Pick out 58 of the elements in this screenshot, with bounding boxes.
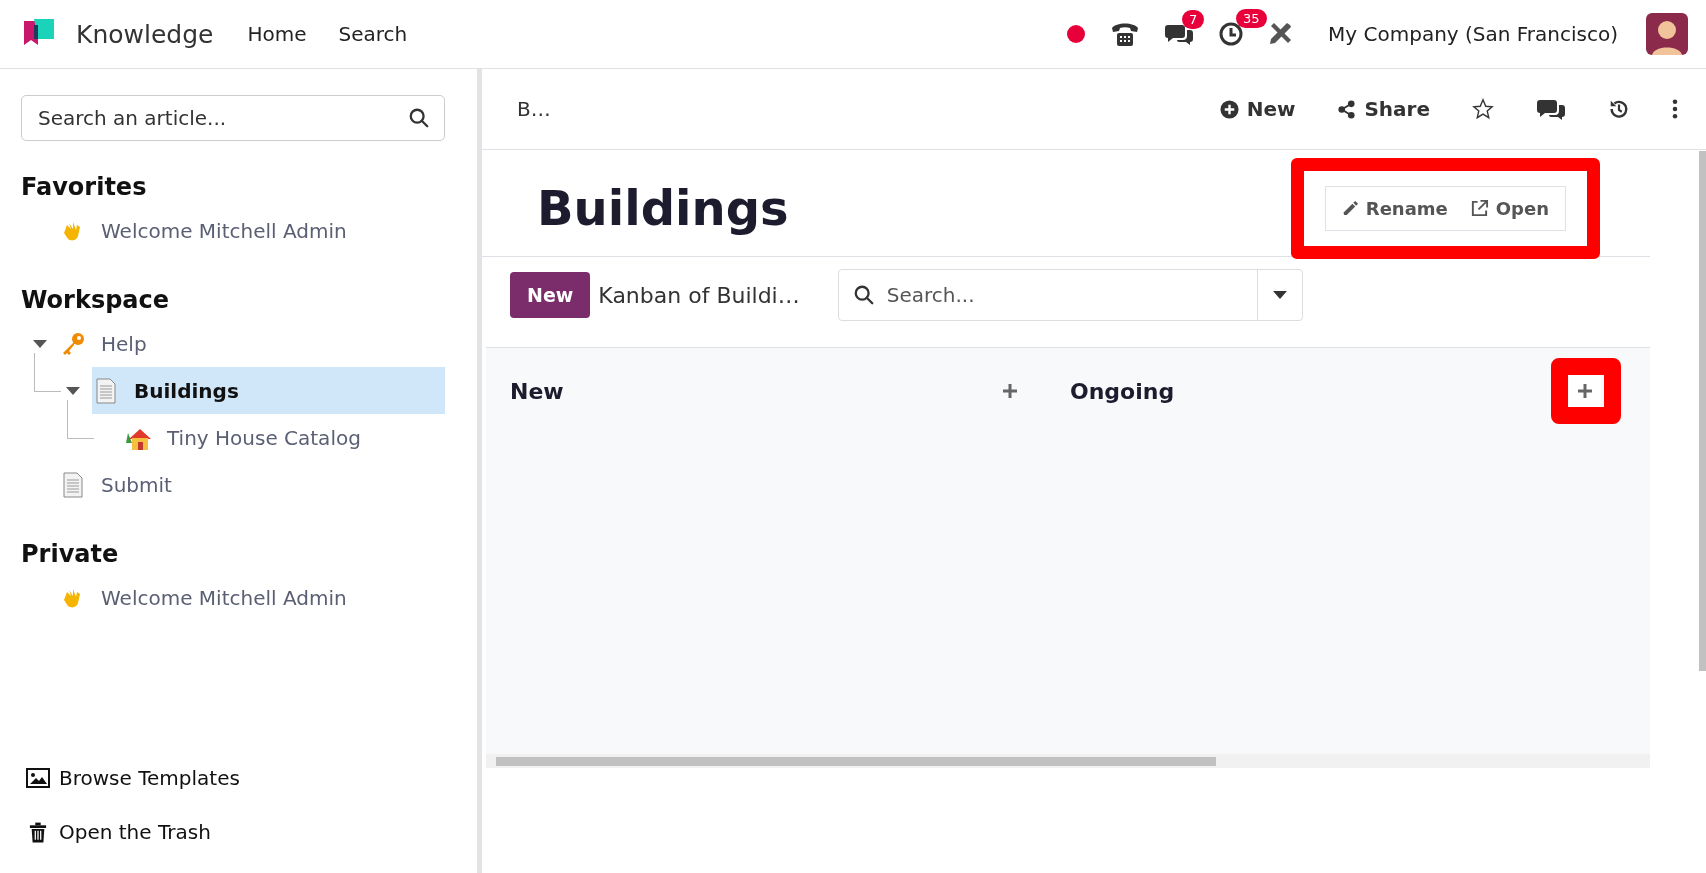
chat-icon[interactable] xyxy=(1164,22,1195,46)
article-title: Tiny House Catalog xyxy=(167,425,361,450)
column-title: New xyxy=(510,378,564,404)
user-avatar[interactable] xyxy=(1646,13,1688,55)
search-field[interactable]: Search an article... xyxy=(21,95,445,141)
article-title: Submit xyxy=(101,472,172,497)
caret-icon[interactable] xyxy=(66,386,80,395)
new-button[interactable]: New xyxy=(1205,89,1310,129)
plus-circle-icon xyxy=(1219,99,1239,119)
search-icon[interactable] xyxy=(408,107,430,129)
clock-icon[interactable] xyxy=(1218,21,1245,47)
count-badge: 35 xyxy=(1236,9,1267,28)
section-heading: Workspace xyxy=(21,286,171,314)
share-button[interactable]: Share xyxy=(1323,89,1444,129)
rename-button[interactable]: Rename xyxy=(1335,193,1454,223)
app-name[interactable]: Knowledge xyxy=(76,19,214,49)
company-switcher[interactable]: My Company (San Francisco) xyxy=(1328,22,1618,46)
menu-item[interactable]: Search xyxy=(338,22,408,46)
article-heading: Buildings xyxy=(537,180,789,236)
caret-icon xyxy=(1272,291,1287,299)
new-button[interactable]: New xyxy=(510,272,591,318)
article-item[interactable]: Welcome Mitchell Admin xyxy=(59,574,445,621)
article-item[interactable]: Tiny House Catalog xyxy=(125,414,445,461)
footer-link[interactable]: Open the Trash xyxy=(21,805,445,859)
pencil-icon xyxy=(1341,199,1359,217)
search-icon xyxy=(852,284,875,306)
plus-icon xyxy=(1577,383,1593,399)
add-card-button[interactable] xyxy=(1569,374,1601,408)
status-dot-icon[interactable] xyxy=(1066,24,1087,44)
horizontal-scrollbar[interactable] xyxy=(486,754,1650,768)
column-title: Ongoing xyxy=(1070,378,1175,404)
external-link-icon xyxy=(1469,198,1489,218)
article-item[interactable]: Submit xyxy=(59,461,445,508)
menu-item[interactable]: Home xyxy=(247,22,307,46)
search-field[interactable]: Search... xyxy=(837,269,1303,321)
view-title: Kanban of Buildi… xyxy=(598,282,800,308)
plus-icon xyxy=(1002,383,1018,399)
tree-connector-line xyxy=(34,353,61,392)
article-item[interactable]: Welcome Mitchell Admin xyxy=(59,207,445,254)
vertical-scrollbar[interactable] xyxy=(1699,151,1706,671)
section-heading: Favorites xyxy=(21,173,148,201)
article-title: Help xyxy=(101,331,147,356)
breadcrumb[interactable]: B… xyxy=(517,97,551,121)
article-title: Welcome Mitchell Admin xyxy=(101,585,347,610)
article-title: Welcome Mitchell Admin xyxy=(101,218,347,243)
count-badge: 7 xyxy=(1182,10,1205,29)
share-icon xyxy=(1337,99,1357,119)
article-title: Buildings xyxy=(134,378,239,403)
tree-connector-line xyxy=(67,400,94,439)
article-item[interactable]: Buildings xyxy=(92,367,445,414)
image-icon xyxy=(25,768,51,788)
search-input[interactable]: Search... xyxy=(884,282,1247,308)
caret-icon[interactable] xyxy=(33,339,47,348)
search-input[interactable]: Search an article... xyxy=(36,105,408,131)
footer-link[interactable]: Browse Templates xyxy=(21,751,445,805)
open-button[interactable]: Open xyxy=(1463,193,1555,223)
article-item[interactable]: Help xyxy=(59,320,445,367)
section-heading: Private xyxy=(21,540,120,568)
